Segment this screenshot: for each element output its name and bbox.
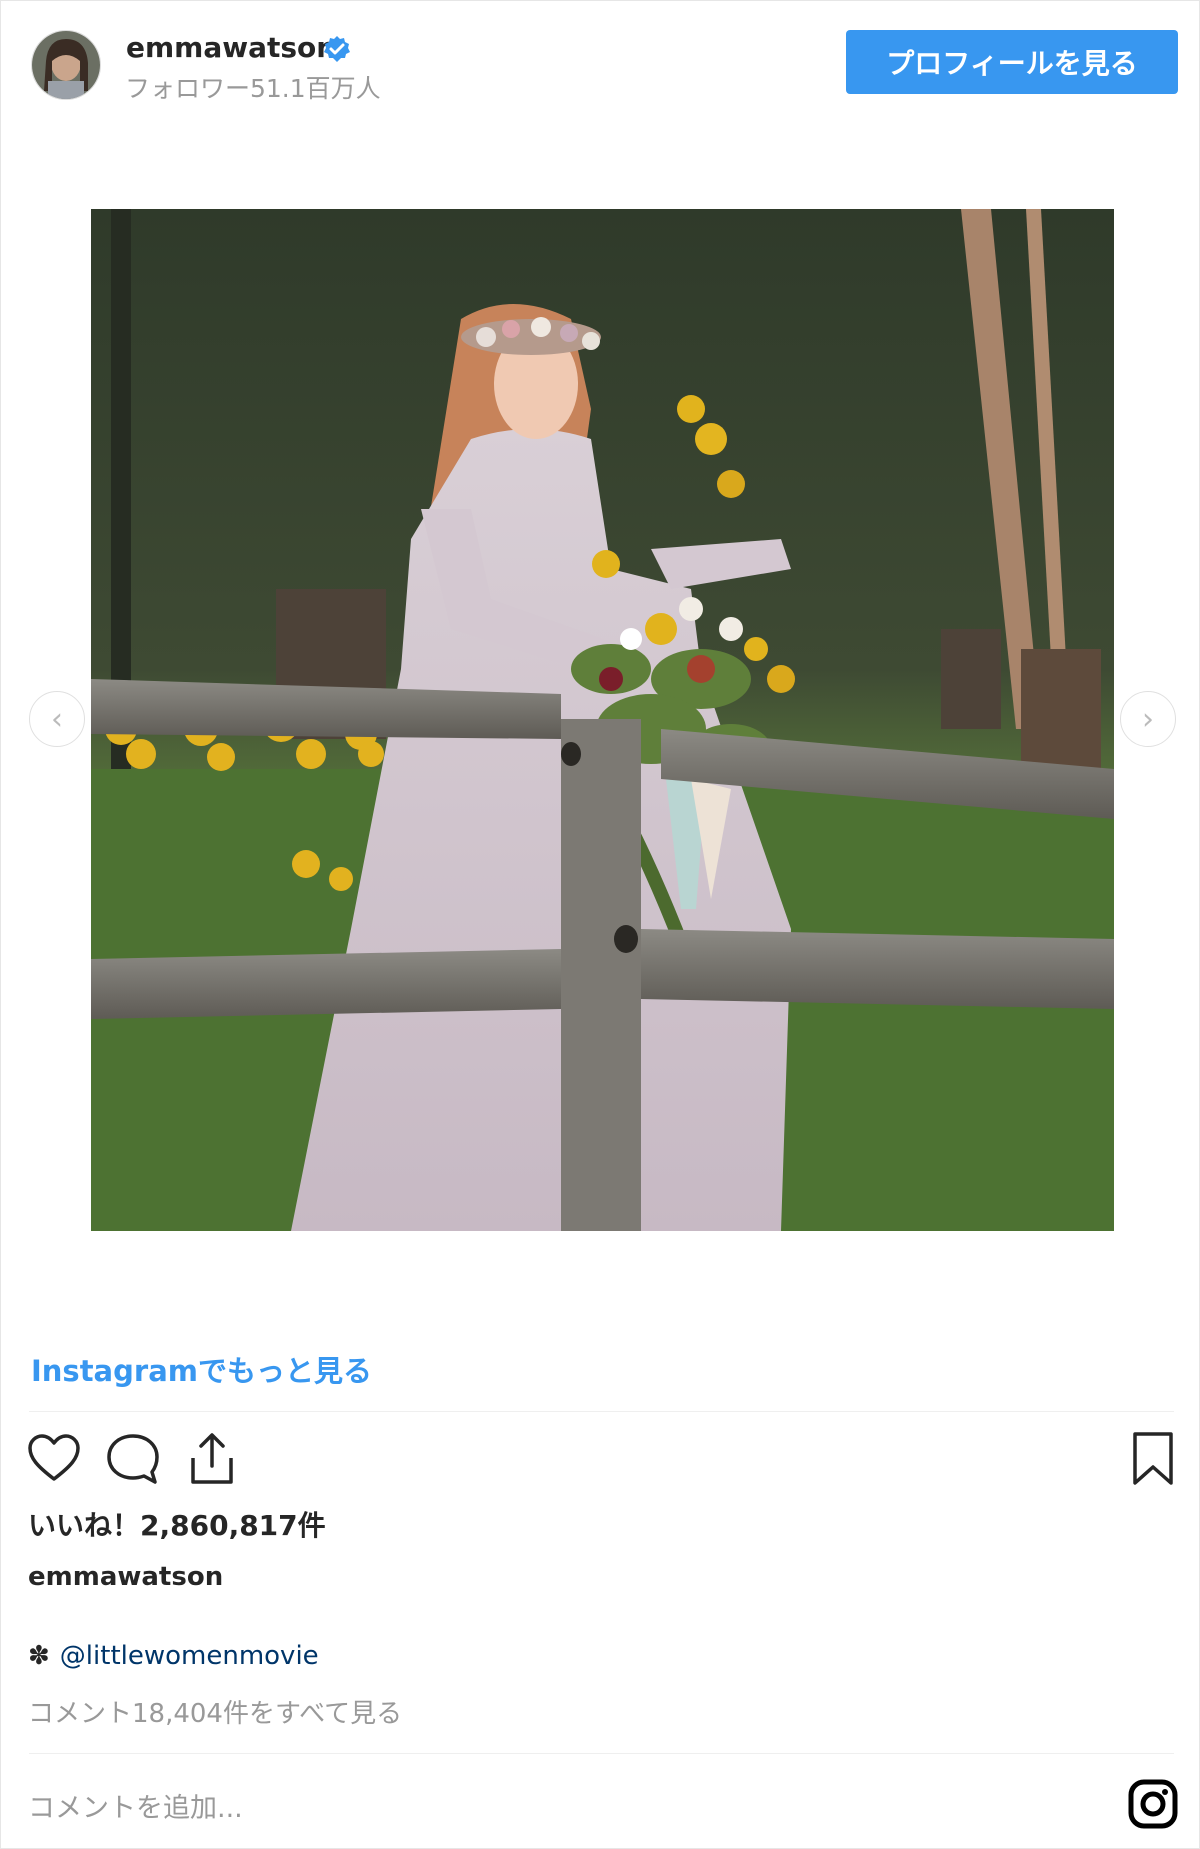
caption-text: ✽ @littlewomenmovie (28, 1641, 319, 1671)
view-more-on-instagram-link[interactable]: Instagramでもっと見る (31, 1348, 372, 1390)
comment-icon[interactable] (105, 1432, 161, 1486)
caption-username[interactable]: emmawatson (28, 1562, 223, 1592)
mention-link[interactable]: @littlewomenmovie (60, 1641, 319, 1671)
post-photo[interactable] (91, 209, 1114, 1231)
add-comment-input[interactable]: コメントを追加... (28, 1786, 243, 1825)
instagram-embed-card: emmawatson フォロワー51.1百万人 プロフィールを見る ‹ › In… (0, 0, 1200, 1849)
view-all-comments-link[interactable]: コメント18,404件をすべて見る (28, 1693, 402, 1730)
divider (29, 1753, 1174, 1754)
chevron-left-icon[interactable]: ‹ (29, 691, 85, 747)
avatar[interactable] (31, 30, 101, 100)
verified-badge-icon (324, 36, 350, 62)
flower-emoji: ✽ (28, 1641, 50, 1671)
username[interactable]: emmawatson (126, 31, 336, 64)
instagram-icon[interactable] (1128, 1779, 1178, 1829)
bookmark-icon[interactable] (1131, 1431, 1175, 1487)
follower-count: フォロワー51.1百万人 (125, 74, 381, 103)
like-count[interactable]: いいね！2,860,817件 (28, 1504, 326, 1544)
divider (29, 1411, 1174, 1412)
view-profile-button[interactable]: プロフィールを見る (846, 30, 1178, 94)
chevron-right-icon[interactable]: › (1120, 691, 1176, 747)
share-icon[interactable] (185, 1430, 239, 1486)
heart-icon[interactable] (27, 1433, 81, 1483)
